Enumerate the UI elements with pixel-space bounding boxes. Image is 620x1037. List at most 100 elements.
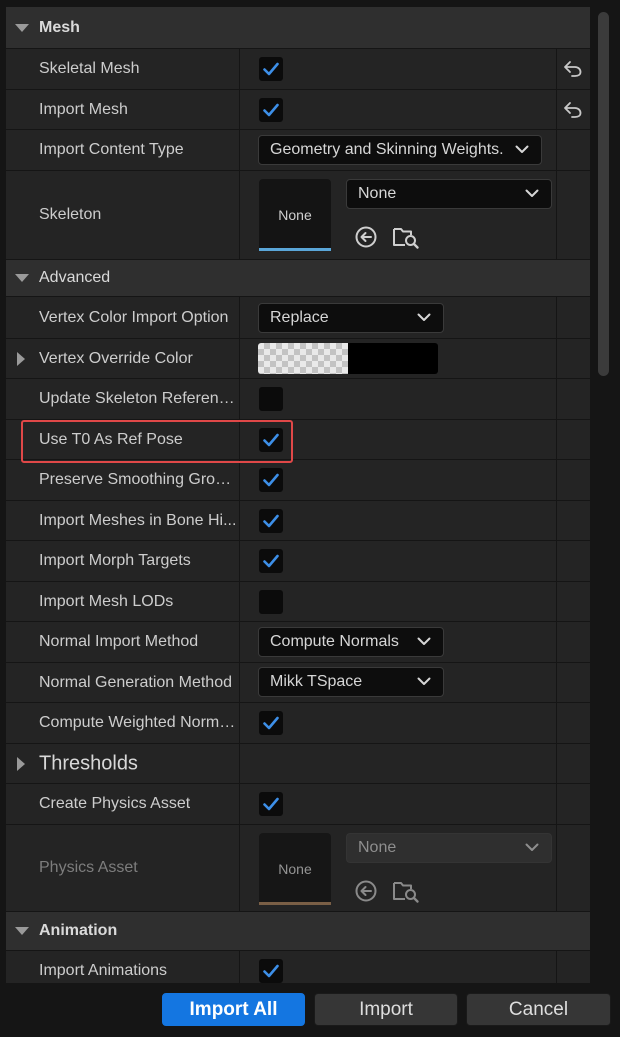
normal-generation-method-label: Normal Generation Method	[39, 673, 232, 691]
import-mesh-label: Import Mesh	[39, 100, 128, 118]
browse-folder-icon[interactable]	[392, 878, 420, 904]
details-panel: Mesh Skeletal Mesh Import Mesh Import Co…	[6, 7, 590, 983]
normal-generation-method-value: Mikk TSpace	[270, 673, 363, 690]
use-t0-as-ref-pose-label: Use T0 As Ref Pose	[39, 430, 183, 448]
row-import-meshes-in-bone-hierarchy: Import Meshes in Bone Hi...	[6, 501, 590, 541]
row-normal-generation-method: Normal Generation Method Mikk TSpace	[6, 663, 590, 703]
compute-weighted-normals-checkbox[interactable]	[259, 711, 283, 735]
row-update-skeleton-reference: Update Skeleton Referenc...	[6, 379, 590, 420]
import-meshes-in-bone-hierarchy-checkbox[interactable]	[259, 508, 283, 533]
check-icon	[263, 473, 279, 487]
section-advanced-label: Advanced	[39, 269, 111, 286]
browse-folder-icon[interactable]	[392, 224, 420, 250]
chevron-down-icon	[525, 189, 539, 197]
row-physics-asset: Physics Asset None None	[6, 825, 590, 912]
chevron-down-icon	[417, 677, 431, 685]
check-icon	[263, 103, 279, 116]
import-content-type-dropdown[interactable]: Geometry and Skinning Weights.	[258, 135, 542, 165]
collapse-arrow-icon[interactable]	[15, 927, 29, 935]
physics-asset-thumbnail-text: None	[278, 861, 312, 877]
section-mesh-label: Mesh	[39, 18, 80, 36]
collapse-arrow-icon[interactable]	[15, 274, 29, 282]
chevron-down-icon	[417, 637, 431, 645]
preserve-smoothing-groups-checkbox[interactable]	[259, 468, 283, 492]
import-animations-label: Import Animations	[39, 961, 168, 979]
preserve-smoothing-groups-label: Preserve Smoothing Groups	[39, 471, 237, 488]
update-skeleton-reference-checkbox[interactable]	[259, 387, 283, 411]
collapse-arrow-icon[interactable]	[15, 23, 29, 32]
row-vertex-override-color: Vertex Override Color	[6, 339, 590, 379]
physics-asset-dropdown[interactable]: None	[346, 833, 552, 863]
use-selected-arrow-icon[interactable]	[354, 879, 378, 903]
check-icon	[263, 797, 279, 811]
import-meshes-in-bone-hierarchy-label: Import Meshes in Bone Hi...	[39, 511, 237, 529]
row-normal-import-method: Normal Import Method Compute Normals	[6, 622, 590, 663]
row-create-physics-asset: Create Physics Asset	[6, 784, 590, 825]
section-advanced-header[interactable]: Advanced	[6, 260, 590, 297]
scrollbar-thumb[interactable]	[598, 12, 609, 376]
normal-import-method-value: Compute Normals	[270, 633, 399, 650]
reset-to-default-icon[interactable]	[563, 60, 583, 78]
physics-asset-label: Physics Asset	[39, 859, 138, 876]
row-import-animations: Import Animations	[6, 951, 590, 983]
row-thresholds[interactable]: Thresholds	[6, 744, 590, 784]
thresholds-label: Thresholds	[39, 752, 138, 774]
skeleton-asset-value: None	[358, 185, 397, 202]
create-physics-asset-checkbox[interactable]	[259, 792, 283, 816]
skeleton-thumbnail-text: None	[278, 207, 312, 223]
import-content-type-value: Geometry and Skinning Weights.	[270, 141, 504, 158]
physics-asset-value: None	[358, 839, 397, 856]
vertex-color-import-option-dropdown[interactable]: Replace	[258, 303, 444, 333]
row-import-mesh-lods: Import Mesh LODs	[6, 582, 590, 622]
section-mesh-header[interactable]: Mesh	[6, 7, 590, 49]
physics-asset-thumbnail[interactable]: None	[259, 833, 331, 905]
row-preserve-smoothing-groups: Preserve Smoothing Groups	[6, 460, 590, 501]
vertex-color-import-option-label: Vertex Color Import Option	[39, 308, 229, 326]
check-icon	[263, 514, 279, 527]
alpha-checker-swatch	[258, 343, 348, 374]
import-all-button[interactable]: Import All	[162, 993, 305, 1026]
import-morph-targets-label: Import Morph Targets	[39, 552, 191, 569]
normal-import-method-label: Normal Import Method	[39, 633, 199, 650]
check-icon	[263, 62, 279, 76]
import-morph-targets-checkbox[interactable]	[259, 549, 283, 573]
row-vertex-color-import-option: Vertex Color Import Option Replace	[6, 297, 590, 339]
compute-weighted-normals-label: Compute Weighted Normals	[39, 714, 237, 731]
reset-to-default-icon[interactable]	[563, 101, 583, 119]
check-icon	[263, 716, 279, 730]
section-animation-header[interactable]: Animation	[6, 912, 590, 951]
import-mesh-lods-label: Import Mesh LODs	[39, 592, 174, 610]
chevron-down-icon	[515, 145, 529, 153]
vertex-color-import-option-value: Replace	[270, 309, 329, 326]
skeleton-thumbnail[interactable]: None	[259, 179, 331, 251]
vertex-override-color-label: Vertex Override Color	[39, 349, 193, 367]
row-import-morph-targets: Import Morph Targets	[6, 541, 590, 582]
import-button[interactable]: Import	[314, 993, 458, 1026]
cancel-button[interactable]: Cancel	[466, 993, 611, 1026]
check-icon	[263, 554, 279, 568]
row-import-content-type: Import Content Type Geometry and Skinnin…	[6, 130, 590, 171]
row-import-mesh: Import Mesh	[6, 90, 590, 130]
import-mesh-checkbox[interactable]	[259, 97, 283, 122]
skeleton-label: Skeleton	[39, 206, 102, 223]
normal-import-method-dropdown[interactable]: Compute Normals	[258, 627, 444, 657]
check-icon	[263, 433, 279, 446]
import-content-type-label: Import Content Type	[39, 141, 184, 158]
import-animations-checkbox[interactable]	[259, 958, 283, 983]
check-icon	[263, 964, 279, 977]
row-skeletal-mesh: Skeletal Mesh	[6, 49, 590, 90]
normal-generation-method-dropdown[interactable]: Mikk TSpace	[258, 667, 444, 697]
color-swatch[interactable]	[258, 343, 438, 374]
chevron-down-icon	[417, 313, 431, 321]
row-skeleton: Skeleton None None	[6, 171, 590, 260]
skeletal-mesh-checkbox[interactable]	[259, 57, 283, 81]
section-animation-label: Animation	[39, 922, 118, 939]
use-selected-arrow-icon[interactable]	[354, 225, 378, 249]
import-mesh-lods-checkbox[interactable]	[259, 589, 283, 614]
row-compute-weighted-normals: Compute Weighted Normals	[6, 703, 590, 744]
row-use-t0-as-ref-pose: Use T0 As Ref Pose	[6, 420, 590, 460]
create-physics-asset-label: Create Physics Asset	[39, 795, 191, 812]
use-t0-as-ref-pose-checkbox[interactable]	[259, 427, 283, 452]
chevron-down-icon	[525, 843, 539, 851]
skeleton-asset-dropdown[interactable]: None	[346, 179, 552, 209]
